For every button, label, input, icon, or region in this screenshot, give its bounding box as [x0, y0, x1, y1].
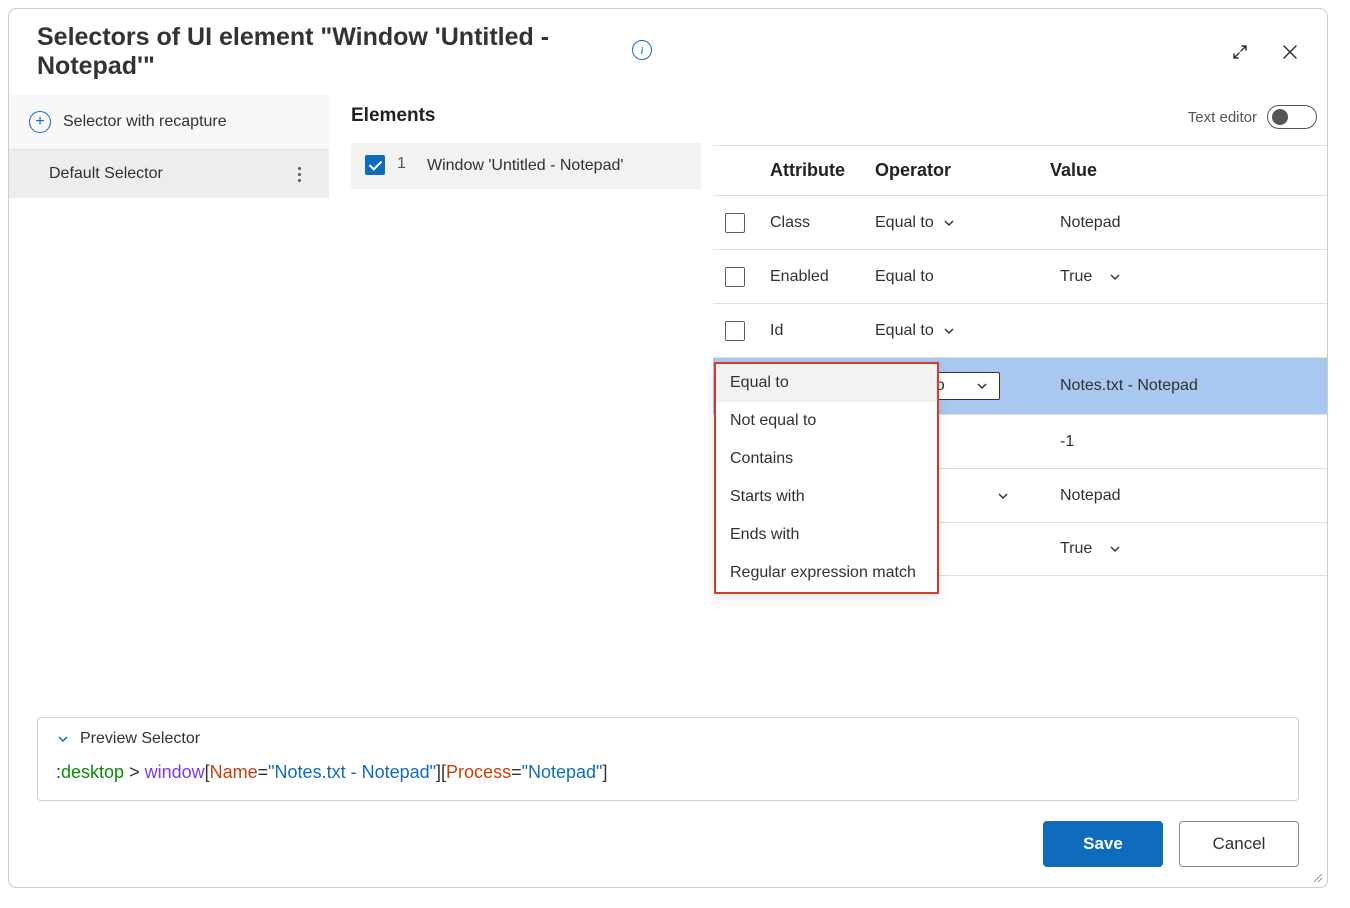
attr-operator-select[interactable]: Equal to [875, 268, 1050, 286]
info-icon[interactable]: i [632, 40, 652, 60]
attributes-column: Text editor Attribute Operator Value Cla… [709, 95, 1327, 717]
elements-heading: Elements [351, 105, 435, 127]
preview-toggle[interactable]: Preview Selector [56, 730, 1280, 748]
attr-row-enabled[interactable]: Enabled Equal to True [713, 249, 1327, 303]
attr-checkbox[interactable] [725, 213, 745, 233]
attributes-header-row: Attribute Operator Value [713, 145, 1327, 195]
col-value: Value [1050, 160, 1315, 181]
titlebar: Selectors of UI element "Window 'Untitle… [9, 9, 1327, 95]
footer: Save Cancel [9, 817, 1327, 887]
attr-checkbox[interactable] [725, 321, 745, 341]
chevron-down-icon [942, 216, 956, 230]
chevron-down-icon [996, 489, 1010, 503]
save-button[interactable]: Save [1043, 821, 1163, 867]
selector-with-recapture-button[interactable]: + Selector with recapture [9, 95, 329, 150]
chevron-down-icon [1108, 270, 1122, 284]
attr-name: Id [770, 322, 875, 340]
chevron-down-icon [56, 732, 70, 746]
preview-panel: Preview Selector :desktop > window[Name=… [37, 717, 1299, 801]
preview-label: Preview Selector [80, 730, 200, 748]
resize-grip-icon[interactable] [1311, 871, 1323, 883]
text-editor-toggle[interactable] [1267, 105, 1317, 129]
plus-circle-icon: + [29, 111, 51, 133]
sidebar-item-default-selector[interactable]: Default Selector [9, 150, 329, 198]
dialog-title: Selectors of UI element "Window 'Untitle… [37, 23, 616, 81]
attr-value[interactable]: -1 [1050, 433, 1315, 451]
col-attribute: Attribute [770, 160, 875, 181]
sidebar: + Selector with recapture Default Select… [9, 95, 329, 717]
selector-builder-window: Selectors of UI element "Window 'Untitle… [8, 8, 1328, 888]
chevron-down-icon [1108, 542, 1122, 556]
attr-name: Enabled [770, 268, 875, 286]
attr-value[interactable]: True [1050, 540, 1315, 558]
kebab-menu-icon[interactable] [298, 167, 307, 182]
operator-option[interactable]: Regular expression match [716, 554, 937, 592]
operator-option[interactable]: Not equal to [716, 402, 937, 440]
element-row[interactable]: 1 Window 'Untitled - Notepad' [351, 143, 701, 189]
operator-option[interactable]: Equal to [716, 364, 937, 402]
text-editor-label: Text editor [1188, 109, 1257, 126]
operator-option[interactable]: Contains [716, 440, 937, 478]
attr-row-id[interactable]: Id Equal to [713, 303, 1327, 357]
chevron-down-icon [975, 379, 989, 393]
operator-dropdown: Equal to Not equal to Contains Starts wi… [714, 362, 939, 594]
element-index: 1 [397, 155, 415, 173]
dialog-body: + Selector with recapture Default Select… [9, 95, 1327, 717]
attr-value[interactable]: Notepad [1050, 487, 1315, 505]
chevron-down-icon [942, 324, 956, 338]
close-icon[interactable] [1281, 43, 1299, 61]
attr-operator-select[interactable]: Equal to [875, 214, 1050, 232]
sidebar-item-label: Default Selector [49, 165, 163, 183]
attr-value[interactable]: True [1050, 268, 1315, 286]
element-label: Window 'Untitled - Notepad' [427, 155, 623, 177]
operator-option[interactable]: Ends with [716, 516, 937, 554]
elements-column: Elements 1 Window 'Untitled - Notepad' [329, 95, 709, 717]
selector-preview-text: :desktop > window[Name="Notes.txt - Note… [56, 762, 1280, 784]
attr-value[interactable]: Notes.txt - Notepad [1050, 377, 1315, 395]
col-operator: Operator [875, 160, 1050, 181]
expand-icon[interactable] [1231, 43, 1249, 61]
attr-value[interactable]: Notepad [1050, 214, 1315, 232]
sidebar-action-label: Selector with recapture [63, 113, 227, 131]
attr-name: Class [770, 214, 875, 232]
cancel-button[interactable]: Cancel [1179, 821, 1299, 867]
attr-operator-select[interactable]: Equal to [875, 322, 1050, 340]
element-checkbox[interactable] [365, 155, 385, 175]
attr-row-class[interactable]: Class Equal to Notepad [713, 195, 1327, 249]
attr-checkbox[interactable] [725, 267, 745, 287]
operator-option[interactable]: Starts with [716, 478, 937, 516]
